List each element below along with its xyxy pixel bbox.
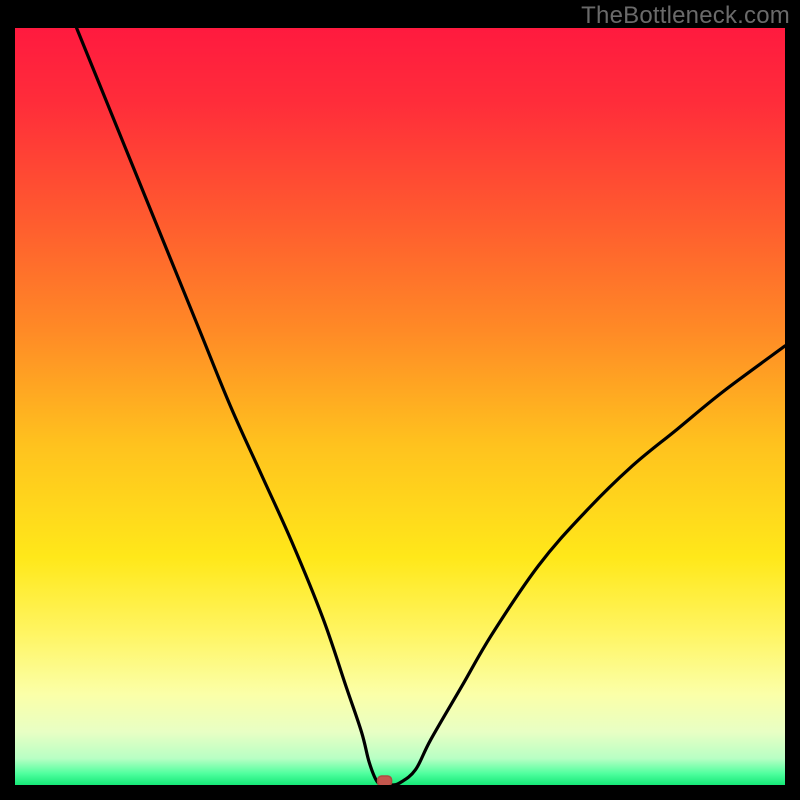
watermark-text: TheBottleneck.com — [581, 2, 790, 30]
plot-area — [15, 28, 785, 785]
chart-frame: TheBottleneck.com — [0, 0, 800, 800]
optimal-point-marker — [378, 776, 392, 785]
gradient-background — [15, 28, 785, 785]
chart-svg — [15, 28, 785, 785]
